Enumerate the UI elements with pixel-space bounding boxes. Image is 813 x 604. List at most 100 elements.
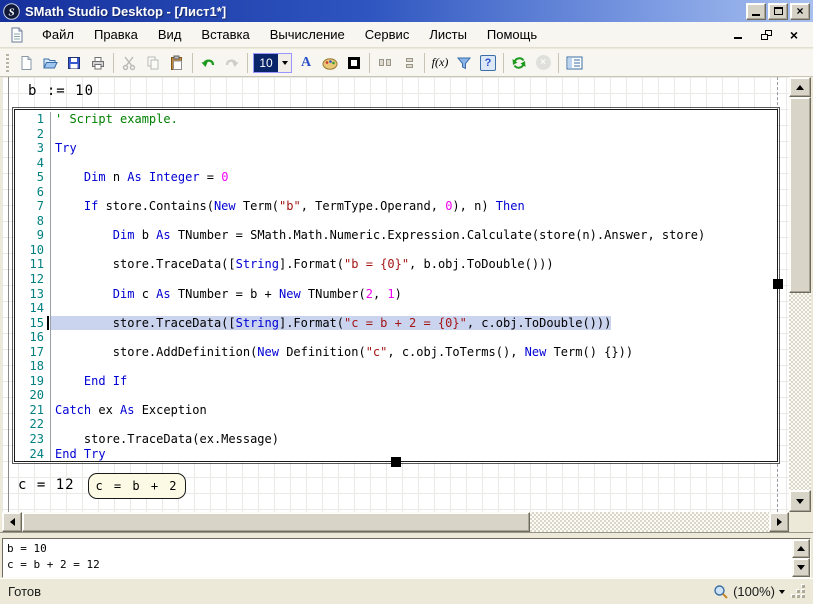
code-line-8[interactable]: 8 xyxy=(15,214,777,229)
font-color-button[interactable]: A xyxy=(294,51,318,75)
chevron-down-icon xyxy=(282,61,288,65)
code-line-3[interactable]: 3Try xyxy=(15,141,777,156)
math-result-c[interactable]: c = 12 xyxy=(18,477,75,493)
menu-item-help[interactable]: Помощь xyxy=(477,24,547,45)
horizontal-scroll-track[interactable] xyxy=(530,512,769,532)
code-line-5[interactable]: 5 Dim n As Integer = 0 xyxy=(15,170,777,185)
line-number: 17 xyxy=(15,345,51,360)
code-line-19[interactable]: 19 End If xyxy=(15,374,777,389)
code-line-11[interactable]: 11 store.TraceData([String].Format("b = … xyxy=(15,257,777,272)
resize-handle-bottom[interactable] xyxy=(391,457,401,467)
mdi-restore-button[interactable] xyxy=(759,29,773,41)
code-line-10[interactable]: 10 xyxy=(15,243,777,258)
toolbar-separator xyxy=(424,53,425,73)
font-size-value[interactable]: 10 xyxy=(254,54,278,72)
toolbar-grip[interactable] xyxy=(6,54,9,72)
line-number: 16 xyxy=(15,330,51,345)
zoom-dropdown-icon[interactable] xyxy=(779,590,785,594)
code-line-2[interactable]: 2 xyxy=(15,127,777,142)
line-number: 2 xyxy=(15,127,51,142)
mdi-close-button[interactable]: × xyxy=(787,29,801,41)
code-line-15[interactable]: 15 store.TraceData([String].Format("c = … xyxy=(15,316,777,331)
menu-item-file[interactable]: Файл xyxy=(32,24,84,45)
code-line-16[interactable]: 16 xyxy=(15,330,777,345)
recalculate-button[interactable] xyxy=(507,51,531,75)
line-number: 22 xyxy=(15,417,51,432)
function-icon: f(x) xyxy=(432,55,449,70)
redo-button[interactable] xyxy=(220,51,244,75)
undo-button[interactable] xyxy=(196,51,220,75)
code-line-21[interactable]: 21Catch ex As Exception xyxy=(15,403,777,418)
code-line-1[interactable]: 1' Script example. xyxy=(15,112,777,127)
maximize-button[interactable] xyxy=(768,3,788,20)
code-line-22[interactable]: 22 xyxy=(15,417,777,432)
code-text: ' Script example. xyxy=(51,112,178,127)
output-scroll-up-button[interactable] xyxy=(792,539,810,558)
code-line-14[interactable]: 14 xyxy=(15,301,777,316)
filter-button[interactable] xyxy=(452,51,476,75)
math-definition-b[interactable]: b := 10 xyxy=(28,83,94,99)
highlighted-expression-box[interactable]: c = b + 2 xyxy=(88,473,186,499)
paste-button[interactable] xyxy=(165,51,189,75)
copy-button[interactable] xyxy=(141,51,165,75)
new-button[interactable] xyxy=(14,51,38,75)
menu-item-calculation[interactable]: Вычисление xyxy=(260,24,355,45)
menu-item-sheets[interactable]: Листы xyxy=(419,24,477,45)
vertical-scroll-track[interactable] xyxy=(789,293,811,490)
options-panel-button[interactable] xyxy=(562,51,586,75)
trace-output-panel[interactable]: b = 10 c = b + 2 = 12 xyxy=(2,538,811,578)
stop-button[interactable]: × xyxy=(531,51,555,75)
minimize-button[interactable] xyxy=(746,3,766,20)
scroll-up-button[interactable] xyxy=(789,77,811,97)
align-vertical-button[interactable] xyxy=(397,51,421,75)
menu-item-insert[interactable]: Вставка xyxy=(191,24,259,45)
output-scroll-down-button[interactable] xyxy=(792,558,810,577)
align-horizontal-button[interactable] xyxy=(373,51,397,75)
open-button[interactable] xyxy=(38,51,62,75)
line-number: 11 xyxy=(15,257,51,272)
title-bar[interactable]: S SMath Studio Desktop - [Лист1*] × xyxy=(0,0,813,22)
scroll-left-button[interactable] xyxy=(2,512,22,532)
code-line-13[interactable]: 13 Dim c As TNumber = b + New TNumber(2,… xyxy=(15,287,777,302)
code-line-7[interactable]: 7 If store.Contains(New Term("b", TermTy… xyxy=(15,199,777,214)
line-number: 10 xyxy=(15,243,51,258)
worksheet-canvas[interactable]: b := 10 1' Script example.23Try45 Dim n … xyxy=(2,77,789,512)
document-icon[interactable] xyxy=(10,27,24,43)
cut-button[interactable] xyxy=(117,51,141,75)
font-size-combo[interactable]: 10 xyxy=(253,53,292,73)
font-size-dropdown-button[interactable] xyxy=(278,54,291,72)
horizontal-scroll-thumb[interactable] xyxy=(22,512,530,532)
code-editor-region[interactable]: 1' Script example.23Try45 Dim n As Integ… xyxy=(14,109,778,462)
border-button[interactable] xyxy=(342,51,366,75)
vertical-scroll-thumb[interactable] xyxy=(789,97,811,293)
scroll-right-button[interactable] xyxy=(769,512,789,532)
code-line-17[interactable]: 17 store.AddDefinition(New Definition("c… xyxy=(15,345,777,360)
background-color-button[interactable] xyxy=(318,51,342,75)
menu-item-view[interactable]: Вид xyxy=(148,24,192,45)
resize-grip[interactable] xyxy=(793,586,805,598)
code-line-23[interactable]: 23 store.TraceData(ex.Message) xyxy=(15,432,777,447)
resize-handle-right[interactable] xyxy=(773,279,783,289)
print-button[interactable] xyxy=(86,51,110,75)
code-line-4[interactable]: 4 xyxy=(15,156,777,171)
mdi-close-icon: × xyxy=(790,28,798,42)
close-button[interactable]: × xyxy=(790,3,810,20)
triangle-up-icon xyxy=(797,546,805,551)
code-text: End Try xyxy=(51,447,106,462)
save-button[interactable] xyxy=(62,51,86,75)
code-line-20[interactable]: 20 xyxy=(15,388,777,403)
reference-button[interactable]: ? xyxy=(476,51,500,75)
menu-item-edit[interactable]: Правка xyxy=(84,24,148,45)
function-button[interactable]: f(x) xyxy=(428,51,452,75)
code-line-18[interactable]: 18 xyxy=(15,359,777,374)
mdi-minimize-button[interactable] xyxy=(731,29,745,41)
menu-items: ФайлПравкаВидВставкаВычислениеСервисЛист… xyxy=(32,24,731,45)
menu-item-tools[interactable]: Сервис xyxy=(355,24,420,45)
zoom-control[interactable]: (100%) xyxy=(713,584,785,600)
code-text xyxy=(51,301,55,316)
code-line-12[interactable]: 12 xyxy=(15,272,777,287)
scroll-down-button[interactable] xyxy=(789,490,811,512)
code-line-9[interactable]: 9 Dim b As TNumber = SMath.Math.Numeric.… xyxy=(15,228,777,243)
code-line-6[interactable]: 6 xyxy=(15,185,777,200)
toolbar-separator xyxy=(369,53,370,73)
